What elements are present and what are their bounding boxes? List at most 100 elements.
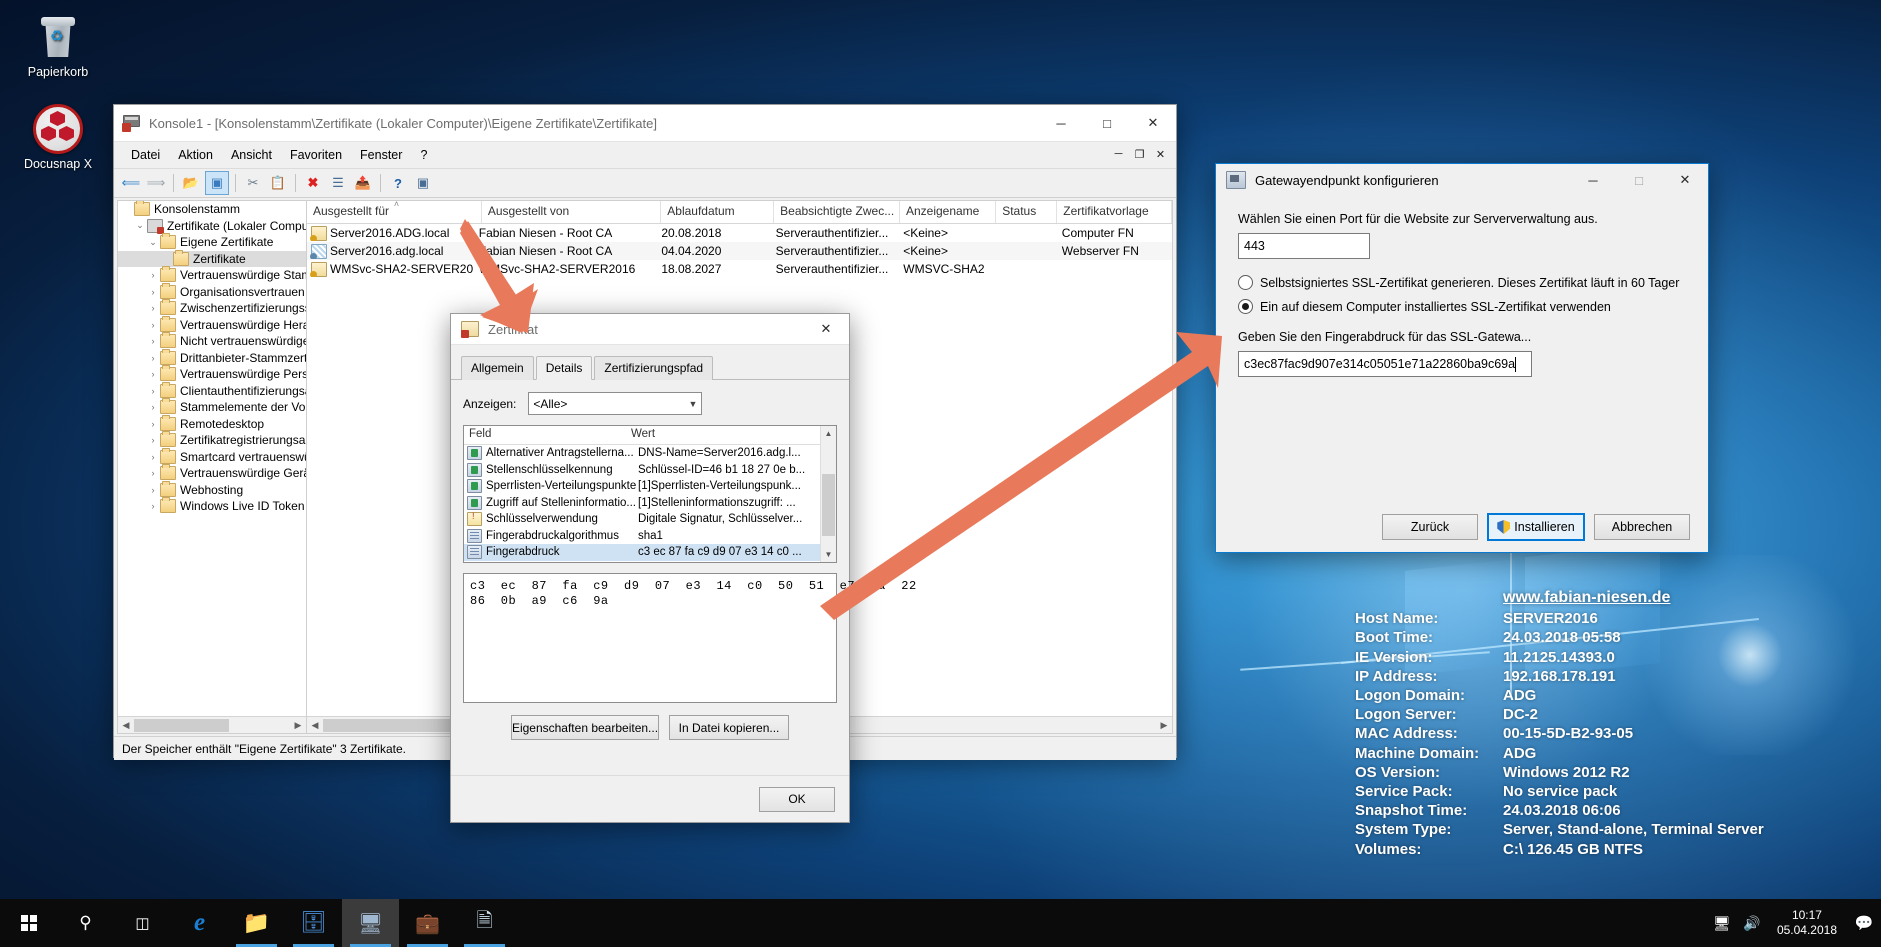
tree-node[interactable]: › Nicht vertrauenswürdige (118, 332, 306, 350)
chevron-icon[interactable]: › (146, 452, 160, 462)
tree-node[interactable]: › Vertrauenswürdige Stamr (118, 266, 306, 284)
desktop-icon-docusnap[interactable]: Docusnap X (10, 104, 106, 171)
tree-node[interactable]: › Zwischenzertifizierungsst (118, 299, 306, 317)
certificate-field-row[interactable]: Alternativer Antragstellerna... DNS-Name=… (464, 445, 836, 462)
column-header[interactable]: Ausgestellt für ˄ (307, 201, 482, 223)
fields-scroll-up-icon[interactable]: ▲ (821, 426, 836, 441)
ok-button[interactable]: OK (759, 786, 835, 812)
chevron-icon[interactable]: › (146, 402, 160, 412)
back-button[interactable]: Zurück (1382, 514, 1478, 540)
properties-icon[interactable]: ☰ (327, 172, 349, 194)
chevron-icon[interactable]: › (146, 287, 160, 297)
network-icon[interactable]: 🖥 (1707, 899, 1737, 947)
chevron-icon[interactable]: › (146, 501, 160, 511)
export-icon[interactable]: 📤 (352, 172, 374, 194)
chevron-icon[interactable]: › (146, 468, 160, 478)
gateway-minimize-button[interactable]: ─ (1570, 163, 1616, 197)
gateway-titlebar[interactable]: Gatewayendpunkt konfigurieren ─ □ ✕ (1216, 164, 1708, 196)
desktop-icon-recycle-bin[interactable]: ♻ Papierkorb (10, 12, 106, 79)
tree-scroll-track[interactable] (134, 717, 290, 733)
mmc-titlebar[interactable]: Konsole1 - [Konsolenstamm\Zertifikate (L… (114, 105, 1176, 142)
certificate-field-row[interactable]: Sperrlisten-Verteilungspunkte [1]Sperrlis… (464, 478, 836, 495)
task-view-button[interactable]: ◫ (114, 899, 171, 947)
server-manager-button[interactable]: 🗄 (285, 899, 342, 947)
column-header[interactable]: Anzeigename (900, 201, 997, 223)
radio-installed-button[interactable] (1238, 299, 1253, 314)
mmc-close-button[interactable]: ✕ (1130, 106, 1176, 140)
gateway-close-button[interactable]: ✕ (1662, 163, 1708, 197)
chevron-icon[interactable]: › (146, 386, 160, 396)
certificate-close-button[interactable]: ✕ (803, 312, 849, 346)
tree-node[interactable]: › Zertifikatregistrierungsan (118, 431, 306, 449)
certificate-field-row[interactable]: Fingerabdruck c3 ec 87 fa c9 d9 07 e3 14 … (464, 544, 836, 561)
tree-node[interactable]: Zertifikate (118, 249, 306, 267)
mmc-maximize-button[interactable]: □ (1084, 106, 1130, 140)
child-close-button[interactable]: ✕ (1151, 145, 1170, 163)
table-row[interactable]: Server2016.ADG.local Fabian Niesen - Root… (307, 224, 1172, 242)
thumbprint-input[interactable]: c3ec87fac9d907e314c05051e71a22860ba9c69a (1238, 351, 1532, 377)
fields-scroll-down-icon[interactable]: ▼ (821, 547, 836, 562)
menu-help[interactable]: ? (411, 145, 436, 165)
delete-icon[interactable]: ✖ (302, 172, 324, 194)
volume-icon[interactable]: 🔊 (1737, 899, 1767, 947)
tree-node[interactable]: › Stammelemente der Vora (118, 398, 306, 416)
up-folder-icon[interactable]: 📂 (180, 172, 202, 194)
radio-installed-row[interactable]: Ein auf diesem Computer installiertes SS… (1238, 299, 1686, 314)
tab-details[interactable]: Details (535, 356, 593, 380)
tree-node[interactable]: ⌄ Eigene Zertifikate (118, 233, 306, 251)
show-hide-tree-icon[interactable]: ▣ (205, 171, 229, 195)
file-explorer-button[interactable]: 📁 (228, 899, 285, 947)
chevron-icon[interactable]: › (146, 435, 160, 445)
edit-properties-button[interactable]: Eigenschaften bearbeiten... (510, 715, 660, 740)
copy-icon[interactable]: 📋 (267, 172, 289, 194)
certificate-field-row[interactable]: Fingerabdruckalgorithmus sha1 (464, 528, 836, 545)
tree-scroll-left-icon[interactable]: ◀ (118, 718, 134, 733)
chevron-icon[interactable]: › (146, 336, 160, 346)
cut-icon[interactable]: ✂ (242, 172, 264, 194)
table-row[interactable]: Server2016.adg.local Fabian Niesen - Root… (307, 242, 1172, 260)
column-header[interactable]: Status (996, 201, 1058, 223)
radio-selfsigned-button[interactable] (1238, 275, 1253, 290)
toolbox-button[interactable]: 💼 (399, 899, 456, 947)
chevron-icon[interactable]: ⌄ (133, 220, 147, 231)
certificate-dialog-titlebar[interactable]: Zertifikat ✕ (451, 314, 849, 345)
chevron-icon[interactable]: › (146, 270, 160, 280)
tree-node[interactable]: › Drittanbieter-Stammzertif (118, 348, 306, 367)
chevron-icon[interactable]: › (146, 303, 160, 313)
chevron-icon[interactable]: › (146, 369, 160, 379)
menu-favoriten[interactable]: Favoriten (281, 145, 351, 165)
certificate-field-row[interactable]: Zugriff auf Stelleninformatio... [1]Stell… (464, 495, 836, 512)
mmc-console-button[interactable]: 🖥 (342, 899, 399, 947)
certificate-field-row[interactable]: Stellenschlüsselkennung Schlüssel-ID=46 b… (464, 462, 836, 479)
menu-ansicht[interactable]: Ansicht (222, 145, 281, 165)
tree-node[interactable]: › Vertrauenswürdige Geräte (118, 464, 306, 482)
tree-node[interactable]: › Windows Live ID Token Is (118, 497, 306, 515)
chevron-icon[interactable]: › (146, 485, 160, 495)
child-restore-button[interactable]: ❐ (1130, 145, 1149, 163)
tree-node[interactable]: › Smartcard vertrauenswür (118, 447, 306, 466)
show-filter-select[interactable]: <Alle> ▼ (528, 392, 703, 415)
tree-node[interactable]: › Organisationsvertrauen (118, 282, 306, 301)
tab-zertifizierungspfad[interactable]: Zertifizierungspfad (594, 356, 714, 380)
tree-horizontal-scrollbar[interactable]: ◀ ▶ (118, 716, 306, 733)
field-value-textbox[interactable]: c3 ec 87 fa c9 d9 07 e3 14 c0 50 51 e7 1… (463, 573, 916, 703)
tree-node[interactable]: Konsolenstamm (118, 201, 306, 218)
menu-fenster[interactable]: Fenster (351, 145, 411, 165)
action-center-icon[interactable]: 💬 (1847, 899, 1881, 947)
search-button[interactable]: ⚲ (57, 899, 114, 947)
gateway-maximize-button[interactable]: □ (1616, 163, 1662, 197)
certificate-field-row[interactable]: Schlüsselverwendung Digitale Signatur, Sc… (464, 511, 836, 528)
clock[interactable]: 10:17 05.04.2018 (1767, 899, 1847, 947)
console-tree[interactable]: Konsolenstamm ⌄ Zertifikate (Lokaler Compu… (118, 201, 306, 716)
install-button[interactable]: Installieren (1487, 513, 1585, 541)
certificate-fields-list[interactable]: Alternativer Antragstellerna... DNS-Name=… (464, 445, 836, 561)
list-scroll-right-icon[interactable]: ▶ (1156, 718, 1172, 733)
tree-node[interactable]: › Webhosting (118, 480, 306, 499)
column-header[interactable]: Zertifikatvorlage (1057, 201, 1172, 223)
start-button[interactable] (0, 899, 57, 947)
value-column-header[interactable]: Wert (626, 426, 660, 444)
help-icon[interactable]: ? (387, 172, 409, 194)
chevron-icon[interactable]: › (146, 353, 160, 363)
tree-node[interactable]: › Remotedesktop (118, 414, 306, 433)
mmc-minimize-button[interactable]: ─ (1038, 106, 1084, 140)
